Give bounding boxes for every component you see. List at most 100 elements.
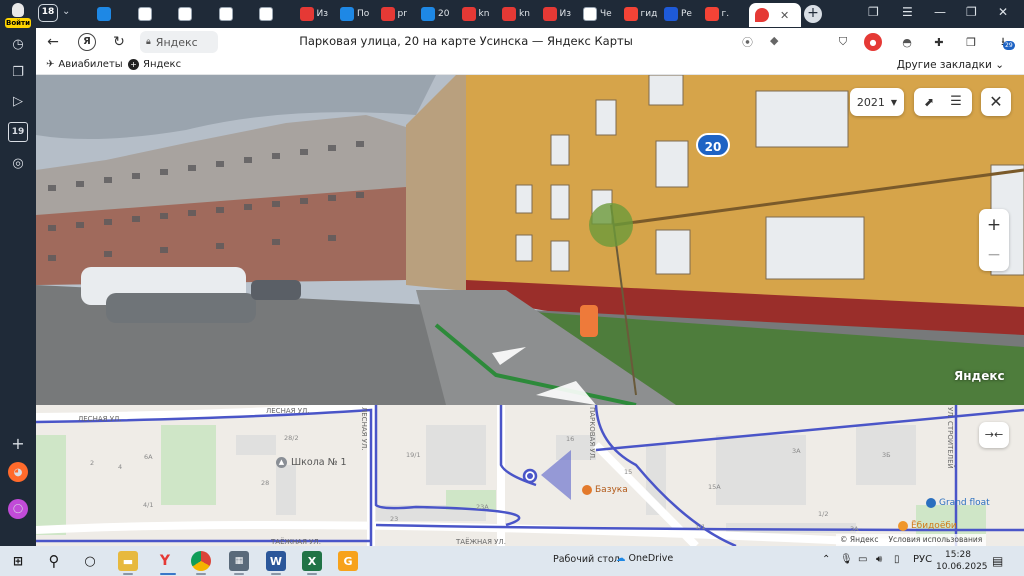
- close-tab-icon[interactable]: ✕: [780, 9, 789, 22]
- mini-map[interactable]: ЛЕСНАЯ УЛ. ЛЕСНАЯ УЛ. ЛЕСНАЯ УЛ. ПАРКОВА…: [36, 405, 1024, 546]
- year-value: 2021: [856, 95, 885, 109]
- back-button[interactable]: ←: [44, 33, 62, 51]
- vpn-icon[interactable]: ◓: [898, 33, 916, 51]
- year-select[interactable]: 2021 ▼: [850, 88, 904, 116]
- menu-icon[interactable]: ☰: [947, 93, 965, 111]
- chevron-down-icon: ⌄: [995, 59, 1004, 71]
- tray-expand-icon[interactable]: ⌃: [822, 554, 830, 565]
- notifications-icon[interactable]: ▤: [992, 554, 1003, 568]
- house-number: 1/1: [695, 523, 706, 531]
- tab-3[interactable]: [214, 3, 259, 25]
- other-bookmarks[interactable]: Другие закладки ⌄: [897, 59, 1004, 71]
- open-external-icon[interactable]: ⬈: [920, 93, 938, 111]
- battery-icon[interactable]: ▯: [894, 554, 900, 565]
- tab-6[interactable]: По: [335, 3, 380, 25]
- poi-cafe[interactable]: Базука: [582, 485, 628, 495]
- tab-5[interactable]: Из: [295, 3, 340, 25]
- street-label: УЛ. СТРОИТЕЛЕЙ: [946, 407, 954, 469]
- downloads-icon[interactable]: ⭳ 29: [994, 33, 1015, 51]
- terms-link[interactable]: Условия использования: [888, 534, 982, 546]
- alice-icon[interactable]: ◯: [8, 499, 28, 519]
- navigation-bar: ← Я ↻ 🔒︎ Яндекс Парковая улица, 20 на ка…: [36, 28, 1024, 56]
- tab-14[interactable]: Ре: [659, 3, 704, 25]
- browser-menu-icon[interactable]: ☰: [902, 5, 913, 19]
- user-icon: [12, 3, 24, 17]
- cortana-icon[interactable]: ○: [80, 551, 100, 571]
- street-panorama[interactable]: 20 2021 ▼ ⬈ ☰ ✕ + − Яндекс: [36, 75, 1024, 405]
- microphone-icon[interactable]: 🎙︎: [840, 554, 853, 565]
- collapse-map-button[interactable]: →←: [979, 422, 1009, 448]
- input-language[interactable]: РУС: [913, 554, 932, 565]
- bookmark-yandex[interactable]: + Яндекс: [128, 59, 181, 70]
- tab-2[interactable]: [173, 3, 218, 25]
- volume-icon[interactable]: 🔊︎: [876, 554, 882, 565]
- collections-icon[interactable]: ❐: [8, 62, 28, 82]
- tab-13[interactable]: гид: [619, 3, 664, 25]
- login-avatar[interactable]: Войти: [4, 2, 32, 30]
- poi-fitness[interactable]: Grand float: [926, 498, 990, 508]
- minimize-icon[interactable]: —: [934, 5, 946, 19]
- bookmark-aviabilety[interactable]: ✈ Авиабилеты: [46, 59, 123, 70]
- extensions-puzzle-icon[interactable]: ✚: [930, 33, 948, 51]
- protect-icon[interactable]: ⛉: [834, 33, 852, 51]
- add-panel-icon[interactable]: +: [8, 433, 28, 453]
- collections-icon[interactable]: ❒: [962, 33, 980, 51]
- onedrive-text: OneDrive: [628, 553, 674, 564]
- close-panorama-button[interactable]: ✕: [981, 88, 1011, 116]
- yandex-browser-icon[interactable]: Y: [155, 551, 175, 571]
- tab-12[interactable]: Че: [578, 3, 623, 25]
- chevron-down-icon[interactable]: ⌄: [62, 6, 70, 17]
- calendar-icon[interactable]: 19: [8, 122, 28, 142]
- zoom-out-button[interactable]: −: [979, 240, 1009, 270]
- market-icon[interactable]: ◕: [8, 462, 28, 482]
- tab-11[interactable]: Из: [538, 3, 583, 25]
- reload-button[interactable]: ↻: [110, 33, 128, 51]
- tab-1[interactable]: [133, 3, 178, 25]
- calculator-icon[interactable]: ▦: [229, 551, 249, 571]
- video-icon[interactable]: ▷: [8, 91, 28, 111]
- close-window-icon[interactable]: ✕: [998, 5, 1008, 19]
- app-icon[interactable]: G: [338, 551, 358, 571]
- file-explorer-icon[interactable]: ▬: [118, 551, 138, 571]
- desktop-toolbar[interactable]: Рабочий стол: [553, 554, 620, 565]
- system-clock[interactable]: 15:28 10.06.2025: [936, 549, 988, 573]
- onedrive-toolbar[interactable]: ☁ OneDrive: [616, 553, 673, 564]
- extension-icon[interactable]: ●: [864, 33, 882, 51]
- tab-count-badge[interactable]: 18: [38, 4, 58, 22]
- location-icon[interactable]: ⦿: [742, 34, 753, 50]
- tab-active-map[interactable]: ✕: [749, 3, 801, 27]
- poi-school[interactable]: ▲ Школа № 1: [276, 457, 347, 468]
- tab-4[interactable]: [254, 3, 299, 25]
- network-icon[interactable]: ▭: [858, 554, 867, 565]
- chrome-icon[interactable]: [191, 551, 211, 571]
- tab-8[interactable]: 20: [416, 3, 461, 25]
- history-icon[interactable]: ◷: [8, 34, 28, 54]
- screenshot-icon[interactable]: ◎: [8, 153, 28, 173]
- tab-7[interactable]: pr: [376, 3, 421, 25]
- running-indicator: [123, 573, 133, 575]
- excel-icon[interactable]: X: [302, 551, 322, 571]
- word-icon[interactable]: W: [266, 551, 286, 571]
- pdf-icon: [380, 7, 395, 21]
- house-number-marker[interactable]: 20: [696, 133, 730, 157]
- tab-10[interactable]: kn: [497, 3, 542, 25]
- windows-start-icon[interactable]: ⊞: [8, 551, 28, 571]
- tab-9[interactable]: kn: [457, 3, 502, 25]
- bookmark-icon[interactable]: ◆: [770, 34, 778, 47]
- tab-0[interactable]: [92, 3, 137, 25]
- tab-15[interactable]: г.: [700, 3, 745, 25]
- tab-switcher-icon[interactable]: ❐: [868, 5, 879, 19]
- yandex-icon: [623, 7, 638, 21]
- poi-shop[interactable]: Ёбидоёби: [898, 521, 957, 531]
- tab-label: 20: [438, 9, 450, 19]
- yandex-home-button[interactable]: Я: [78, 33, 96, 51]
- running-indicator: [271, 573, 281, 575]
- map-canvas: [36, 405, 1024, 546]
- house-number: 23: [390, 515, 399, 523]
- address-bar[interactable]: 🔒︎ Яндекс: [140, 31, 218, 53]
- search-icon[interactable]: ⚲: [44, 551, 64, 571]
- restore-icon[interactable]: ❐: [966, 5, 977, 19]
- zoom-in-button[interactable]: +: [979, 210, 1009, 240]
- new-tab-button[interactable]: +: [804, 5, 822, 23]
- tab-label: Ре: [681, 9, 692, 19]
